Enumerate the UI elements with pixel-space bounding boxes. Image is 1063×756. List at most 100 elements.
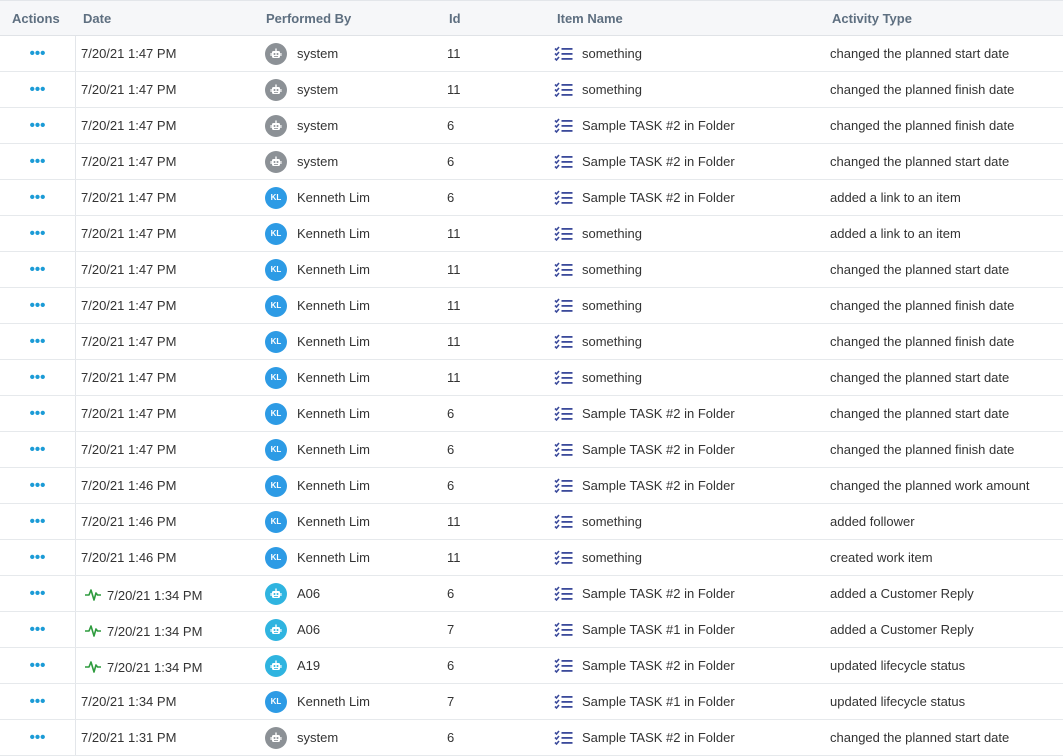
row-actions-button[interactable]: ••• [0,396,75,431]
date-cell: 7/20/21 1:47 PM [81,108,176,143]
date-cell: 7/20/21 1:47 PM [81,144,176,179]
user-name: system [297,154,339,169]
item-name-link[interactable]: Sample TASK #2 in Folder [582,720,735,755]
item-name-link[interactable]: Sample TASK #2 in Folder [582,108,735,143]
table-row: ••• 7/20/21 1:34 PM KL Kenneth Lim 7 Sample T… [0,684,1063,720]
row-actions-button[interactable]: ••• [0,468,75,503]
row-actions-button[interactable]: ••• [0,576,75,611]
task-list-icon [554,621,573,638]
row-actions-button[interactable]: ••• [0,72,75,107]
task-list-icon [554,657,573,674]
activity-pulse-icon [85,623,101,637]
item-name-link[interactable]: something [582,360,642,395]
row-actions-button[interactable]: ••• [0,720,75,755]
system-avatar-icon [265,78,287,101]
user-avatar: KL [265,546,287,569]
task-list-icon [554,81,573,98]
item-name-link[interactable]: Sample TASK #2 in Folder [582,396,735,431]
item-name-cell: something [554,504,642,539]
performed-by-cell: KL Kenneth Lim [265,324,370,359]
user-avatar: KL [265,510,287,533]
activity-type-cell: updated lifecycle status [830,658,966,673]
id-cell: 11 [447,82,461,97]
activity-type-cell: updated lifecycle status [830,694,966,709]
header-date[interactable]: Date [83,1,111,37]
item-name-cell: something [554,252,642,287]
id-cell: 6 [447,190,455,205]
activity-type-cell: changed the planned start date [830,730,1010,745]
item-name-link[interactable]: Sample TASK #2 in Folder [582,576,735,611]
item-name-link[interactable]: Sample TASK #2 in Folder [582,648,735,683]
date-text: 7/20/21 1:47 PM [81,442,177,457]
performed-by-cell: KL Kenneth Lim [265,504,370,539]
date-text: 7/20/21 1:47 PM [81,334,177,349]
item-name-link[interactable]: Sample TASK #1 in Folder [582,684,735,719]
row-actions-button[interactable]: ••• [0,504,75,539]
header-activity-type[interactable]: Activity Type [832,1,912,37]
item-name-link[interactable]: something [582,252,642,287]
item-name-link[interactable]: something [582,72,642,107]
id-cell: 6 [447,730,455,745]
row-actions-button[interactable]: ••• [0,180,75,215]
item-name-link[interactable]: something [582,288,642,323]
row-actions-button[interactable]: ••• [0,540,75,575]
item-name-link[interactable]: something [582,504,642,539]
row-actions-button[interactable]: ••• [0,684,75,719]
item-name-link[interactable]: Sample TASK #1 in Folder [582,612,735,647]
activity-type-cell: added follower [830,514,915,529]
item-name-link[interactable]: something [582,540,642,575]
table-row: ••• 7/20/21 1:47 PM KL Kenneth Lim 11 somethi… [0,324,1063,360]
item-name-link[interactable]: Sample TASK #2 in Folder [582,468,735,503]
table-row: ••• 7/20/21 1:46 PM KL Kenneth Lim 6 Sample T… [0,468,1063,504]
user-name: Kenneth Lim [297,406,370,421]
header-id[interactable]: Id [449,1,461,37]
table-row: ••• 7/20/21 1:47 PM KL Kenneth Lim 11 somethi… [0,288,1063,324]
item-name-link[interactable]: something [582,36,642,71]
task-list-icon [554,369,573,386]
row-actions-button[interactable]: ••• [0,144,75,179]
performed-by-cell: system [265,72,338,107]
user-name: Kenneth Lim [297,334,370,349]
item-name-cell: something [554,216,642,251]
header-item-name[interactable]: Item Name [557,1,623,37]
row-actions-button[interactable]: ••• [0,216,75,251]
performed-by-cell: KL Kenneth Lim [265,468,370,503]
activity-type-cell: changed the planned finish date [830,298,1015,313]
row-actions-button[interactable]: ••• [0,360,75,395]
item-name-link[interactable]: Sample TASK #2 in Folder [582,144,735,179]
row-actions-button[interactable]: ••• [0,432,75,467]
activity-type-cell: changed the planned start date [830,46,1010,61]
row-actions-button[interactable]: ••• [0,288,75,323]
row-actions-button[interactable]: ••• [0,648,75,683]
date-cell: 7/20/21 1:47 PM [81,36,176,71]
table-row: ••• 7/20/21 1:47 PM KL Kenneth Lim 6 Sample T… [0,396,1063,432]
header-actions[interactable]: Actions [12,1,60,37]
header-performed-by[interactable]: Performed By [266,1,351,37]
item-name-cell: Sample TASK #2 in Folder [554,720,735,755]
robot-avatar-icon [265,618,287,641]
row-actions-button[interactable]: ••• [0,108,75,143]
row-actions-button[interactable]: ••• [0,252,75,287]
id-cell: 6 [447,586,455,601]
date-text: 7/20/21 1:34 PM [107,623,203,639]
date-text: 7/20/21 1:46 PM [81,478,177,493]
id-cell: 11 [447,262,461,277]
item-name-link[interactable]: Sample TASK #2 in Folder [582,180,735,215]
row-actions-button[interactable]: ••• [0,36,75,71]
id-cell: 6 [447,478,455,493]
user-name: A19 [297,658,321,673]
row-actions-button[interactable]: ••• [0,612,75,647]
table-row: ••• 7/20/21 1:47 PM system 6 Sample TASK #2 … [0,144,1063,180]
date-text: 7/20/21 1:47 PM [81,190,177,205]
row-actions-button[interactable]: ••• [0,324,75,359]
system-avatar-icon [265,114,287,137]
performed-by-cell: A06 [265,612,320,647]
item-name-link[interactable]: something [582,324,642,359]
user-name: Kenneth Lim [297,442,370,457]
user-avatar: KL [265,294,287,317]
performed-by-cell: KL Kenneth Lim [265,180,370,215]
item-name-link[interactable]: Sample TASK #2 in Folder [582,432,735,467]
date-cell: 7/20/21 1:47 PM [81,216,176,251]
task-list-icon [554,585,573,602]
item-name-link[interactable]: something [582,216,642,251]
